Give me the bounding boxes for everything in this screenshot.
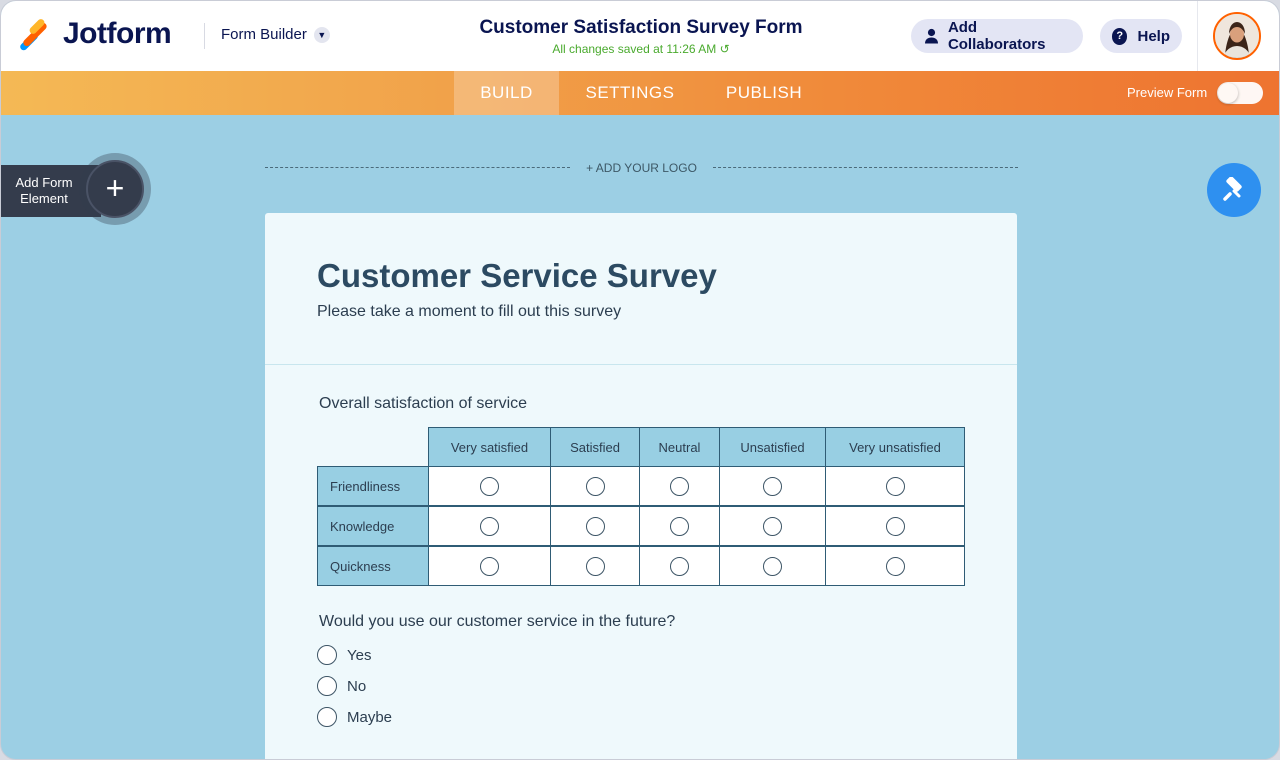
preview-form-label: Preview Form xyxy=(1127,85,1208,100)
matrix-cell xyxy=(719,546,826,586)
matrix-cell xyxy=(825,466,965,506)
help-label: Help xyxy=(1137,27,1170,45)
matrix-radio[interactable] xyxy=(585,556,605,576)
app-window: Jotform Form Builder ▼ Customer Satisfac… xyxy=(0,0,1280,760)
tab-build[interactable]: BUILD xyxy=(454,71,559,115)
matrix-cell xyxy=(719,466,826,506)
top-header: Jotform Form Builder ▼ Customer Satisfac… xyxy=(1,1,1279,71)
refresh-icon: ↺ xyxy=(719,42,730,56)
toggle-knob xyxy=(1218,83,1238,103)
help-button[interactable]: ? Help xyxy=(1100,19,1182,53)
chevron-down-icon: ▼ xyxy=(313,26,330,43)
matrix-radio[interactable] xyxy=(480,516,499,536)
form-title-area: Customer Satisfaction Survey Form All ch… xyxy=(441,17,841,56)
saved-status: All changes saved at 11:26 AM ↺ xyxy=(441,42,841,56)
matrix-cell xyxy=(639,546,720,586)
survey-title[interactable]: Customer Service Survey xyxy=(317,257,717,295)
matrix-cell xyxy=(639,466,720,506)
matrix-cell xyxy=(428,546,551,586)
jotform-logo-icon xyxy=(18,17,49,52)
matrix-radio[interactable] xyxy=(763,516,782,536)
form-card: Customer Service Survey Please take a mo… xyxy=(265,213,1017,759)
survey-subtitle[interactable]: Please take a moment to fill out this su… xyxy=(317,303,621,321)
saved-status-text: All changes saved at 11:26 AM xyxy=(552,42,717,56)
matrix-radio[interactable] xyxy=(585,516,605,536)
option-label: Maybe xyxy=(347,708,393,726)
matrix-radio[interactable] xyxy=(585,476,605,496)
matrix-cell xyxy=(550,466,640,506)
form-header-section[interactable]: Customer Service Survey Please take a mo… xyxy=(265,213,1017,365)
matrix-radio[interactable] xyxy=(763,556,782,576)
add-collaborators-label: Add Collaborators xyxy=(947,19,1046,53)
form-builder-dropdown[interactable]: Form Builder ▼ xyxy=(221,26,330,43)
matrix-radio[interactable] xyxy=(670,476,689,496)
matrix-cell xyxy=(550,506,640,546)
option-yes[interactable]: Yes xyxy=(317,645,371,665)
option-maybe[interactable]: Maybe xyxy=(317,707,392,727)
brand-name: Jotform xyxy=(63,17,172,50)
header-divider xyxy=(204,23,205,49)
matrix-radio[interactable] xyxy=(885,556,905,576)
matrix-radio[interactable] xyxy=(480,476,499,496)
option-label: No xyxy=(347,677,367,695)
matrix-row-header: Quickness xyxy=(317,546,429,586)
matrix-column-header: Very satisfied xyxy=(428,427,551,467)
radio-button[interactable] xyxy=(317,645,337,665)
matrix-cell xyxy=(825,506,965,546)
matrix-cell xyxy=(550,546,640,586)
question-2-label[interactable]: Would you use our customer service in th… xyxy=(319,613,675,631)
option-no[interactable]: No xyxy=(317,676,366,696)
plus-icon: + xyxy=(105,170,125,206)
form-title[interactable]: Customer Satisfaction Survey Form xyxy=(441,17,841,39)
matrix-row-header: Knowledge xyxy=(317,506,429,546)
matrix-cell xyxy=(825,546,965,586)
radio-button[interactable] xyxy=(317,676,337,696)
matrix-row-header: Friendliness xyxy=(317,466,429,506)
form-designer-button[interactable] xyxy=(1207,163,1261,217)
user-avatar[interactable] xyxy=(1213,12,1261,60)
header-separator xyxy=(1197,1,1198,71)
builder-nav-bar: BUILD SETTINGS PUBLISH Preview Form xyxy=(1,71,1279,115)
matrix-column-header: Neutral xyxy=(639,427,720,467)
add-form-element-label-2: Element xyxy=(20,191,68,206)
tab-settings[interactable]: SETTINGS xyxy=(571,71,689,115)
matrix-radio[interactable] xyxy=(670,516,689,536)
logo-dashed-line-right xyxy=(713,167,1018,168)
matrix-cell xyxy=(428,466,551,506)
user-icon xyxy=(923,27,940,45)
matrix-column-header: Satisfied xyxy=(550,427,640,467)
question-1-label[interactable]: Overall satisfaction of service xyxy=(319,395,527,413)
matrix-radio[interactable] xyxy=(885,476,905,496)
paint-roller-icon xyxy=(1223,177,1242,201)
matrix-column-header: Very unsatisfied xyxy=(825,427,965,467)
matrix-cell xyxy=(719,506,826,546)
tab-publish[interactable]: PUBLISH xyxy=(711,71,817,115)
matrix-column-header: Unsatisfied xyxy=(719,427,826,467)
option-label: Yes xyxy=(347,646,372,664)
matrix-radio[interactable] xyxy=(480,556,499,576)
add-form-element-button[interactable]: + xyxy=(86,160,144,218)
jotform-logo[interactable]: Jotform xyxy=(18,17,172,52)
add-form-element-label-1: Add Form xyxy=(15,175,73,190)
add-logo-link[interactable]: + ADD YOUR LOGO xyxy=(570,161,713,175)
add-collaborators-button[interactable]: Add Collaborators xyxy=(911,19,1083,53)
form-builder-label: Form Builder xyxy=(221,26,307,43)
question-icon: ? xyxy=(1112,27,1128,45)
matrix-radio[interactable] xyxy=(885,516,905,536)
preview-form-toggle[interactable] xyxy=(1217,82,1263,104)
logo-dashed-line-left xyxy=(265,167,570,168)
matrix-cell xyxy=(428,506,551,546)
matrix-radio[interactable] xyxy=(670,556,689,576)
radio-button[interactable] xyxy=(317,707,337,727)
matrix-radio[interactable] xyxy=(763,476,782,496)
matrix-cell xyxy=(639,506,720,546)
